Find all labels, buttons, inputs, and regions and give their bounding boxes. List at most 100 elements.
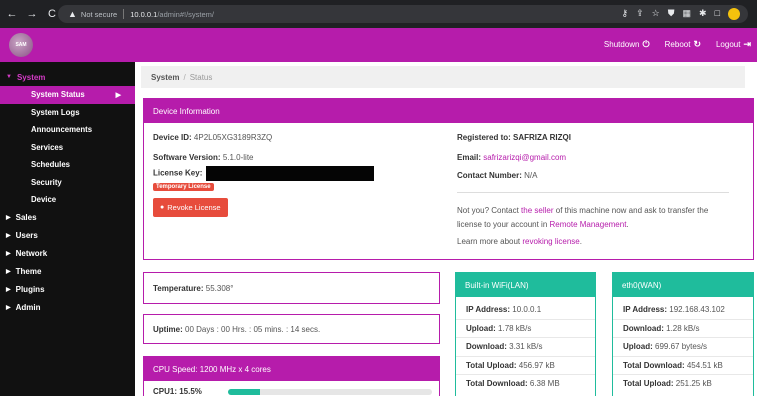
cpu-title: CPU Speed: 1200 MHz x 4 cores xyxy=(144,357,439,381)
net-row-divider xyxy=(456,318,595,320)
caret-right-icon: ▶ xyxy=(6,269,11,275)
net-stat-row: Total Download: 6.38 MB xyxy=(466,379,560,388)
sidebar-section-sales[interactable]: ▶ Sales xyxy=(0,209,135,227)
back-icon[interactable]: ← xyxy=(4,8,20,20)
lan-panel: Built-in WiFi(LAN) IP Address: 10.0.0.1 U… xyxy=(455,272,596,396)
revoke-license-button[interactable]: ● Revoke License xyxy=(153,198,228,217)
license-key-label: License Key: xyxy=(153,168,203,178)
address-bar[interactable]: ▲ Not secure 10.0.0.1/admin#!/system/ ⚷ … xyxy=(58,5,748,23)
registered-label: Registered to: xyxy=(457,133,511,142)
net-stat-row: Total Upload: 456.97 kB xyxy=(466,361,555,370)
notice-text: of this machine now and ask to transfer … xyxy=(553,206,709,215)
power-icon: ⏻ xyxy=(642,39,650,49)
net-row-divider xyxy=(613,337,753,338)
cpu-panel: CPU Speed: 1200 MHz x 4 cores CPU1: 15.5… xyxy=(143,356,440,396)
sidebar-item-label: Security xyxy=(31,177,62,187)
learn-text: . xyxy=(579,237,582,246)
net-stat-value: 6.38 MB xyxy=(529,379,560,388)
caret-right-icon: ▶ xyxy=(6,287,11,293)
shield-icon[interactable]: ⛊ xyxy=(668,8,675,20)
net-stat-label: Download: xyxy=(466,342,507,351)
reboot-button[interactable]: Reboot ↻ xyxy=(665,39,701,50)
net-stat-value: 3.31 kB/s xyxy=(509,342,543,351)
sidebar-item-schedules[interactable]: Schedules xyxy=(0,156,135,174)
uptime-label: Uptime: xyxy=(153,324,183,334)
star-icon[interactable]: ☆ xyxy=(652,8,660,20)
net-row-divider xyxy=(613,355,753,357)
breadcrumb-system[interactable]: System xyxy=(151,73,179,82)
wan-title: eth0(WAN) xyxy=(613,273,753,297)
learn-more-row: Learn more about revoking license. xyxy=(457,237,582,246)
email-label: Email: xyxy=(457,153,482,162)
window-icon[interactable]: □ xyxy=(715,8,720,20)
net-stat-label: Total Download: xyxy=(466,379,528,388)
sidebar-section-users[interactable]: ▶ Users xyxy=(0,227,135,245)
learn-text: Learn more about xyxy=(457,237,523,246)
temperature-box: Temperature: 55.308° xyxy=(143,272,440,304)
alert-icon: ● xyxy=(160,204,165,211)
net-stat-row: Total Download: 454.51 kB xyxy=(623,361,723,370)
net-row-divider xyxy=(613,318,753,320)
sidebar-section-label: Plugins xyxy=(15,285,45,294)
sidebar-item-label: Announcements xyxy=(31,125,93,135)
cpu-core-row: CPU1: 15.5% xyxy=(153,387,202,396)
uptime-box: Uptime: 00 Days : 00 Hrs. : 05 mins. : 1… xyxy=(143,314,440,344)
forward-icon[interactable]: → xyxy=(24,8,40,20)
contact-row: Contact Number: N/A xyxy=(457,171,537,180)
net-stat-value: 192.168.43.102 xyxy=(669,305,725,314)
device-id-label: Device ID: xyxy=(153,133,192,142)
temporary-license-badge: Temporary License xyxy=(153,183,214,191)
remote-management-link[interactable]: Remote Management xyxy=(550,220,627,229)
sidebar-section-system[interactable]: ▼ System xyxy=(0,68,135,86)
sidebar-item-label: Schedules xyxy=(31,160,70,170)
seller-link[interactable]: the seller xyxy=(521,206,553,215)
device-info-panel: Device Information Device ID: 4P2L05XG31… xyxy=(143,98,754,260)
breadcrumb: System / Status xyxy=(141,66,745,88)
app-logo[interactable]: SAM xyxy=(9,33,33,57)
browser-actions: ⚷ ⇪ ☆ ⛊ ▦ ✱ □ xyxy=(622,8,740,20)
top-navbar: SAM Shutdown ⏻ Reboot ↻ Logout ⇥ xyxy=(0,28,757,62)
security-label: Not secure xyxy=(80,9,118,19)
temperature-value: 55.308° xyxy=(205,283,234,293)
registered-row: Registered to: SAFRIZA RIZQI xyxy=(457,133,571,142)
email-link[interactable]: safrizarizqi@gmail.com xyxy=(483,153,566,162)
sidebar-section-plugins[interactable]: ▶ Plugins xyxy=(0,281,135,299)
sidebar-item-device[interactable]: Device xyxy=(0,191,135,209)
net-stat-row: Total Upload: 251.25 kB xyxy=(623,379,712,388)
net-row-divider xyxy=(613,374,753,375)
transfer-notice-line1: Not you? Contact the seller of this mach… xyxy=(457,206,708,215)
cpu-progress-fill xyxy=(228,389,260,395)
sidebar: ▼ System System Status ▶ System Logs Ann… xyxy=(0,62,135,396)
profile-avatar[interactable] xyxy=(728,8,740,20)
revoke-license-label: Revoke License xyxy=(167,203,221,212)
shutdown-button[interactable]: Shutdown ⏻ xyxy=(604,39,650,50)
url-host: 10.0.0.1 xyxy=(130,9,158,19)
puzzle-icon[interactable]: ✱ xyxy=(699,8,707,20)
caret-right-icon: ▶ xyxy=(6,233,11,239)
logout-button[interactable]: Logout ⇥ xyxy=(716,39,751,50)
net-stat-label: Total Upload: xyxy=(623,379,674,388)
top-actions: Shutdown ⏻ Reboot ↻ Logout ⇥ xyxy=(604,39,751,50)
extension-icon[interactable]: ▦ xyxy=(683,8,692,20)
notice-text: . xyxy=(626,220,629,229)
cpu-progress-bar xyxy=(228,389,432,395)
sign-out-icon: ⇥ xyxy=(743,39,751,49)
sidebar-item-system-logs[interactable]: System Logs xyxy=(0,104,135,122)
share-icon[interactable]: ⇪ xyxy=(636,8,644,20)
sidebar-section-network[interactable]: ▶ Network xyxy=(0,245,135,263)
sidebar-section-theme[interactable]: ▶ Theme xyxy=(0,263,135,281)
sidebar-section-admin[interactable]: ▶ Admin xyxy=(0,299,135,317)
net-stat-label: Upload: xyxy=(466,323,496,333)
net-stat-row: Download: 1.28 kB/s xyxy=(623,324,699,333)
license-key-row: License Key: xyxy=(153,166,375,181)
sidebar-item-announcements[interactable]: Announcements xyxy=(0,121,135,139)
sidebar-item-system-status[interactable]: System Status ▶ xyxy=(0,86,135,104)
revoking-license-link[interactable]: revoking license xyxy=(522,237,579,246)
sidebar-section-label: Users xyxy=(15,231,38,240)
wan-panel: eth0(WAN) IP Address: 192.168.43.102 Down… xyxy=(612,272,754,396)
key-icon[interactable]: ⚷ xyxy=(622,8,629,20)
sidebar-item-services[interactable]: Services xyxy=(0,139,135,157)
sidebar-item-label: System Logs xyxy=(31,107,80,117)
sidebar-item-security[interactable]: Security xyxy=(0,174,135,192)
url-text[interactable]: 10.0.0.1/admin#!/system/ xyxy=(130,10,214,19)
